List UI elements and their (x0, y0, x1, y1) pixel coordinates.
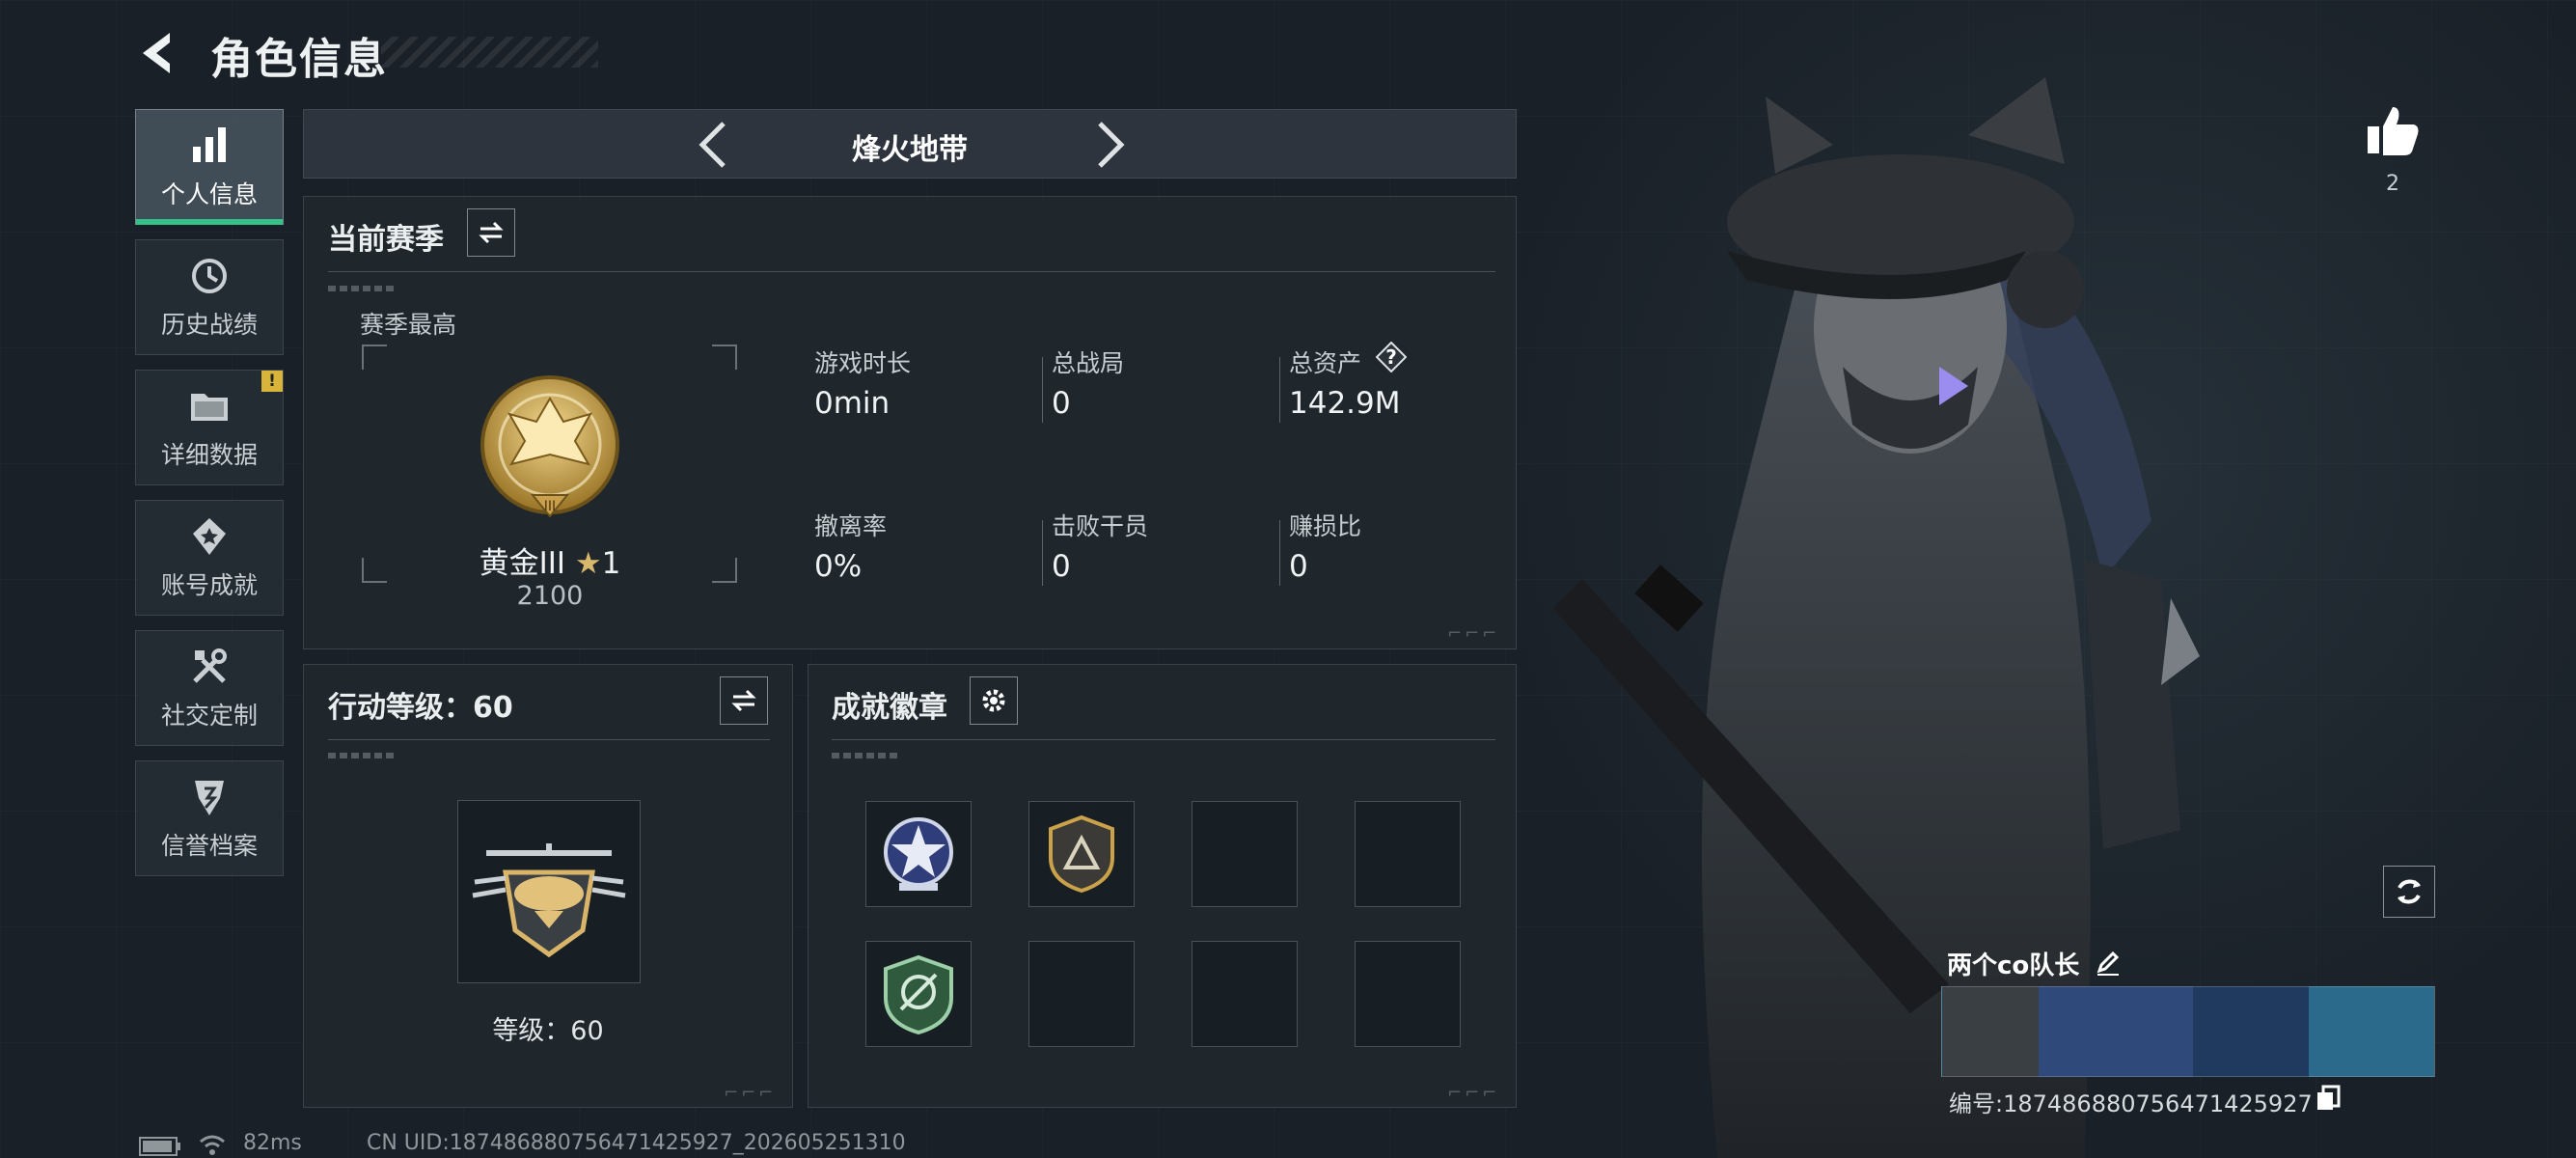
decoration (328, 286, 396, 291)
achievement-slot-empty[interactable] (1192, 801, 1298, 907)
sidebar-item-label: 历史战绩 (160, 311, 258, 339)
svg-text:III: III (544, 499, 556, 514)
sidebar-item-social-custom[interactable]: 社交定制 (135, 630, 284, 746)
achievement-icon (193, 518, 226, 555)
achievement-slot-empty[interactable] (1355, 941, 1461, 1047)
stat-value: 0min (814, 386, 891, 421)
sidebar: 个人信息 历史战绩 详细数据 ! 账号成就 社交定制 信誉档案 (135, 109, 284, 891)
action-level-text: 等级：60 (492, 1016, 604, 1046)
decoration (832, 753, 899, 758)
sidebar-item-credit-record[interactable]: 信誉档案 (135, 760, 284, 876)
stat-label: 总资产 (1289, 349, 1362, 377)
network-ping: 82ms (243, 1131, 302, 1155)
wifi-icon (200, 1135, 225, 1155)
rank-name: 黄金III ★1 (367, 538, 733, 582)
rank-tier: 黄金III (479, 546, 566, 581)
sidebar-item-achievements[interactable]: 账号成就 (135, 500, 284, 616)
player-banner-image (1941, 986, 2435, 1077)
sidebar-item-history[interactable]: 历史战绩 (135, 239, 284, 355)
help-icon[interactable]: ? (1375, 341, 1408, 373)
footer-uid: CN UID:1874868807564714259​27_2026052513… (367, 1131, 906, 1155)
star-badge-icon (884, 817, 953, 891)
action-level-swap-button[interactable] (720, 676, 768, 725)
season-best-label: 赛季最高 (360, 311, 457, 339)
stat-label: 游戏时长 (814, 349, 912, 377)
mode-selector: 烽火地带 (303, 109, 1517, 179)
rank-star-icon: ★ (574, 546, 602, 581)
battery-icon (139, 1137, 180, 1156)
mode-name: 烽火地带 (852, 133, 968, 167)
divider (328, 271, 1495, 272)
edit-icon[interactable] (2094, 948, 2123, 977)
stat-value: 142.9M (1289, 386, 1401, 421)
season-title: 当前赛季 (328, 223, 444, 257)
achievement-slot-empty[interactable] (1028, 941, 1135, 1047)
folder-icon (191, 394, 228, 421)
refresh-button[interactable] (2383, 866, 2435, 918)
refresh-icon (2398, 879, 2421, 904)
help-mark: ? (1385, 345, 1397, 369)
history-icon (192, 259, 227, 293)
stat-label: 赚损比 (1289, 512, 1362, 540)
achievement-slot[interactable] (865, 801, 972, 907)
gear-icon (982, 689, 1005, 712)
page-title: 角色信息 (210, 35, 388, 84)
stat-divider (1042, 357, 1043, 423)
stat-value: 0 (1052, 549, 1071, 584)
stat-value: 0 (1289, 549, 1308, 584)
bracket-decoration (362, 345, 387, 370)
stat-label: 击败干员 (1052, 512, 1149, 540)
bar-chart-icon (193, 127, 226, 162)
sidebar-item-label: 详细数据 (160, 441, 258, 469)
helicopter-emblem-icon (472, 843, 626, 958)
title-decoration (381, 37, 598, 68)
action-level-emblem-frame (457, 800, 641, 983)
sidebar-item-label: 信誉档案 (160, 832, 258, 860)
stat-divider (1042, 520, 1043, 586)
swap-icon (731, 689, 756, 712)
next-mode-icon[interactable] (1090, 120, 1129, 170)
stat-label: 总战局 (1052, 349, 1125, 377)
rank-stars: 1 (601, 546, 621, 581)
achievements-settings-button[interactable] (970, 676, 1018, 725)
decoration (328, 753, 396, 758)
alert-badge: ! (261, 371, 283, 392)
action-level-title: 行动等级：60 (328, 691, 513, 725)
tools-icon (193, 648, 227, 683)
back-arrow-icon[interactable] (135, 29, 183, 77)
gold-rank-emblem: III (480, 375, 619, 518)
achievement-slot-empty[interactable] (1192, 941, 1298, 1047)
sidebar-item-label: 账号成就 (160, 571, 258, 599)
season-swap-button[interactable] (467, 208, 515, 257)
copy-icon[interactable] (2316, 1085, 2341, 1112)
achievement-slot[interactable] (1028, 801, 1135, 907)
rank-score: 2100 (516, 581, 584, 611)
stat-divider (1279, 520, 1280, 586)
stat-value: 0% (814, 549, 863, 584)
achievement-slot-empty[interactable] (1355, 801, 1461, 907)
player-id: 编号:1874868807564714259​27 (1949, 1090, 2313, 1117)
sidebar-item-personal-info[interactable]: 个人信息 (135, 109, 284, 225)
shield-badge-icon (884, 954, 953, 1034)
triangle-badge-icon (1049, 814, 1114, 894)
divider (328, 739, 770, 740)
like-count: 2 (2386, 172, 2399, 196)
bracket-decoration (712, 345, 737, 370)
stat-divider (1279, 357, 1280, 423)
thumbs-up-icon[interactable] (2364, 101, 2422, 159)
corner-decoration: ⌐⌐⌐ (724, 1083, 777, 1103)
sidebar-item-label: 个人信息 (160, 180, 258, 208)
stat-value: 0 (1052, 386, 1071, 421)
sidebar-item-detailed-data[interactable]: 详细数据 ! (135, 370, 284, 485)
stat-label: 撤离率 (814, 512, 888, 540)
swap-icon (479, 221, 504, 244)
credit-icon (195, 781, 224, 815)
divider (832, 739, 1495, 740)
player-name: 两个co队长 (1947, 951, 2080, 980)
achievement-slot[interactable] (865, 941, 972, 1047)
sidebar-item-label: 社交定制 (160, 702, 258, 730)
achievements-title: 成就徽章 (832, 691, 947, 725)
